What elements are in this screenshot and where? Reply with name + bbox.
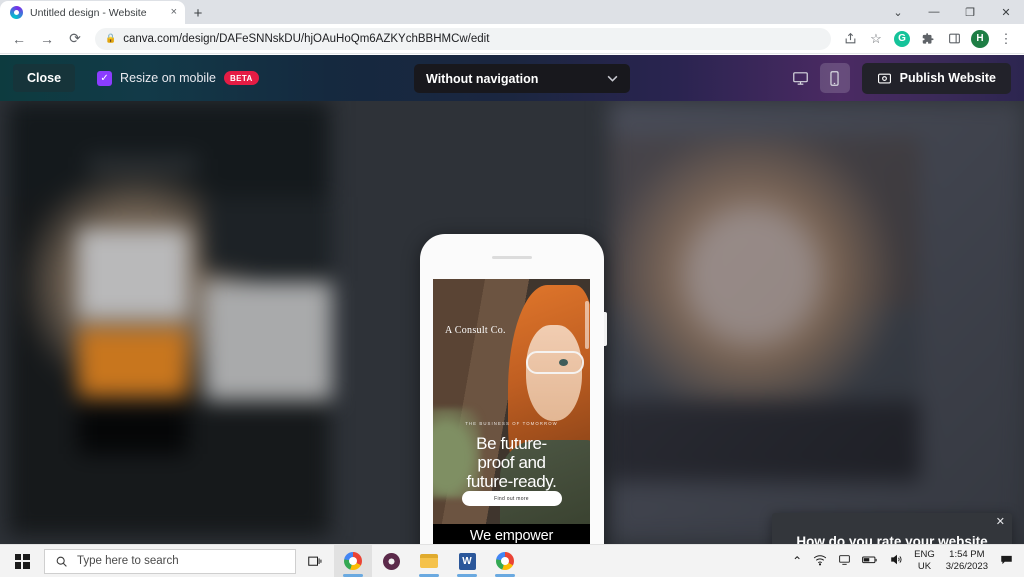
lock-icon: 🔒 <box>105 33 117 43</box>
phone-volume-button <box>603 312 607 346</box>
chevron-down-icon <box>607 73 618 85</box>
maximize-button[interactable]: ❐ <box>952 0 988 24</box>
clock-date: 3/26/2023 <box>945 561 988 572</box>
phone-screen[interactable]: A Consult Co. THE BUSINESS OF TOMORROW B… <box>433 279 590 544</box>
top-bar-right-group: Publish Website <box>786 62 1011 94</box>
window-controls: ⌄ — ❐ ✕ <box>880 0 1024 24</box>
hero-headline: Be future- proof and future-ready. <box>438 434 585 491</box>
browser-toolbar: ← → ⟳ 🔒 canva.com/design/DAFeSNNskDU/hjO… <box>0 24 1024 54</box>
volume-icon[interactable] <box>889 553 903 569</box>
chrome-profile-icon <box>496 552 514 570</box>
mobile-phone-mockup: A Consult Co. THE BUSINESS OF TOMORROW B… <box>420 234 607 544</box>
battery-icon[interactable] <box>862 554 878 568</box>
browser-tab-title: Untitled design - Website <box>30 6 147 19</box>
language-line1: ENG <box>914 549 935 561</box>
start-button[interactable] <box>0 545 44 577</box>
blurred-desktop-preview-left <box>8 101 332 536</box>
side-panel-icon[interactable] <box>942 27 966 51</box>
system-tray: ⌃ ENG UK 1:54 PM 3/26/2023 <box>792 549 1024 573</box>
mobile-view-icon[interactable] <box>819 63 850 93</box>
share-icon[interactable] <box>838 27 862 51</box>
minimize-button[interactable]: — <box>916 0 952 24</box>
hero-headline-line1: Be future- <box>476 434 547 453</box>
chrome-icon <box>344 552 362 570</box>
hero-eyebrow-text: THE BUSINESS OF TOMORROW <box>465 421 558 426</box>
language-indicator[interactable]: ENG UK <box>914 549 935 573</box>
word-icon: W <box>458 552 476 570</box>
windows-logo-icon <box>14 553 30 569</box>
resize-checkbox[interactable]: ✓ <box>97 70 113 86</box>
media-player-icon <box>382 552 400 570</box>
rating-question-line1: How do you rate your website <box>796 534 988 544</box>
empower-band-text: We empower businesses <box>470 528 553 544</box>
website-icon <box>877 73 891 83</box>
new-tab-button[interactable]: + <box>185 2 211 24</box>
tray-overflow-icon[interactable]: ⌃ <box>792 554 802 568</box>
forward-icon[interactable]: → <box>34 26 60 52</box>
find-out-more-button[interactable]: Find out more <box>461 491 562 506</box>
windows-taskbar: Type here to search W ⌃ ENG UK 1:54 PM 3… <box>0 544 1024 577</box>
address-bar[interactable]: 🔒 canva.com/design/DAFeSNNskDU/hjOAuHoQm… <box>95 27 831 50</box>
rating-popup-close-icon[interactable]: ✕ <box>996 517 1005 528</box>
blurred-desktop-preview-right <box>610 101 1024 541</box>
site-brand-logo: A Consult Co. <box>445 325 506 336</box>
empower-line1: We empower <box>469 528 554 544</box>
bookmark-star-icon[interactable]: ☆ <box>864 27 888 51</box>
empower-band: We empower businesses <box>433 524 590 544</box>
resize-on-mobile-toggle[interactable]: ✓ Resize on mobile BETA <box>97 70 259 86</box>
clock-time: 1:54 PM <box>949 549 985 561</box>
model-eye <box>559 359 568 366</box>
rating-question: How do you rate your website on mobile? <box>772 513 1012 544</box>
taskbar-search-input[interactable]: Type here to search <box>44 548 296 574</box>
avatar-initial: H <box>971 29 989 48</box>
taskbar-app-chrome[interactable] <box>334 544 372 577</box>
rating-popup: ✕ How do you rate your website on mobile… <box>772 513 1012 544</box>
phone-screen-scrollbar[interactable] <box>585 301 589 349</box>
file-explorer-icon <box>420 554 438 568</box>
search-icon <box>56 556 67 567</box>
network-icon[interactable] <box>838 554 851 569</box>
tab-search-icon[interactable]: ⌄ <box>880 0 916 24</box>
taskbar-app-media-player[interactable] <box>372 545 410 577</box>
taskbar-search-placeholder: Type here to search <box>77 555 179 567</box>
hero-headline-line2: proof and <box>477 453 546 473</box>
task-view-icon[interactable] <box>296 545 334 577</box>
editor-canvas-area[interactable]: A Consult Co. THE BUSINESS OF TOMORROW B… <box>0 101 1024 544</box>
publish-website-button[interactable]: Publish Website <box>861 62 1011 94</box>
notification-icon[interactable] <box>999 553 1014 570</box>
browser-tab-strip: Untitled design - Website × + ⌄ — ❐ ✕ <box>0 0 1024 24</box>
language-line2: UK <box>917 561 932 572</box>
browser-menu-icon[interactable]: ⋮ <box>994 27 1018 51</box>
address-bar-url: canva.com/design/DAFeSNNskDU/hjOAuHoQm6A… <box>123 32 490 45</box>
resize-on-mobile-label: Resize on mobile <box>120 71 216 85</box>
taskbar-app-file-explorer[interactable] <box>410 545 448 577</box>
hero-headline-line3: future-ready. <box>466 472 557 492</box>
model-glasses <box>526 351 584 374</box>
window-close-button[interactable]: ✕ <box>988 0 1024 24</box>
close-button[interactable]: Close <box>13 64 76 92</box>
grammarly-extension-icon[interactable]: G <box>890 27 914 51</box>
phone-speaker <box>492 256 532 259</box>
beta-badge: BETA <box>223 71 259 85</box>
desktop-view-icon[interactable] <box>786 63 816 93</box>
navigation-type-value: Without navigation <box>426 71 539 86</box>
screen-root: Untitled design - Website × + ⌄ — ❐ ✕ ← … <box>0 0 1024 577</box>
extensions-puzzle-icon[interactable] <box>916 27 940 51</box>
hero-section: A Consult Co. THE BUSINESS OF TOMORROW B… <box>433 279 590 524</box>
taskbar-app-chrome-profile[interactable] <box>486 545 524 577</box>
navigation-type-select[interactable]: Without navigation <box>414 64 630 93</box>
publish-website-label: Publish Website <box>899 71 996 85</box>
reload-icon[interactable]: ⟳ <box>62 26 88 52</box>
canva-favicon-icon <box>10 6 23 19</box>
taskbar-clock[interactable]: 1:54 PM 3/26/2023 <box>946 549 988 573</box>
back-icon[interactable]: ← <box>6 26 32 52</box>
browser-tab[interactable]: Untitled design - Website × <box>0 1 185 24</box>
taskbar-app-word[interactable]: W <box>448 545 486 577</box>
profile-avatar[interactable]: H <box>968 27 992 51</box>
tab-close-icon[interactable]: × <box>171 7 177 18</box>
wifi-icon[interactable] <box>813 554 827 569</box>
